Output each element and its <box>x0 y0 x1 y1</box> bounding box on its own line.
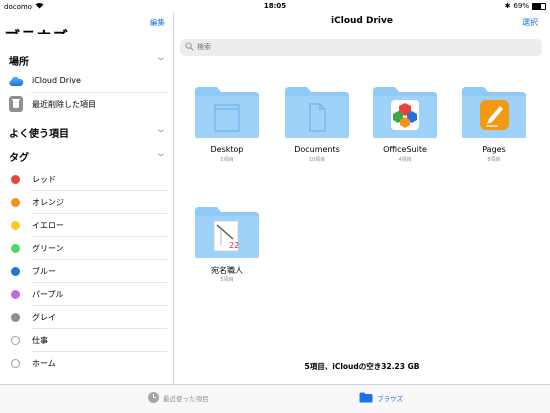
sidebar-item-label: 最近削除した項目 <box>32 100 96 109</box>
bluetooth-icon: ✱ <box>504 2 511 10</box>
sidebar-item-tag-yellow[interactable]: イエロー <box>0 214 173 237</box>
folder-item-count: 5項目 <box>220 277 234 283</box>
folder-name: Desktop <box>210 145 244 154</box>
chevron-down-icon: ⌄ <box>155 53 167 63</box>
sidebar-item-label: iCloud Drive <box>32 76 81 85</box>
tab-browse[interactable]: ブラウズ <box>359 392 403 403</box>
atena-app-icon: 22 <box>195 207 259 258</box>
sidebar-item-label: レッド <box>32 175 56 184</box>
tab-browse-label: ブラウズ <box>377 394 403 403</box>
desktop-folder-icon <box>195 87 259 138</box>
folder-item-count: 5項目 <box>220 157 234 163</box>
icloud-icon <box>9 76 24 86</box>
pages-app-icon <box>462 87 526 138</box>
tag-color-dot-icon <box>11 221 20 230</box>
folder-item-count: 4項目 <box>398 157 412 163</box>
status-bar: docomo 18:05 ✱ 69% <box>0 0 550 12</box>
section-favorites-label: よく使う項目 <box>9 129 69 140</box>
folder-item-count: 10項目 <box>308 157 326 163</box>
tab-recent[interactable]: 最近使った項目 <box>148 392 209 403</box>
folder-item-count: 8項目 <box>487 157 501 163</box>
sidebar-item-tag-gray[interactable]: グレイ <box>0 306 173 329</box>
search-input[interactable] <box>197 41 527 53</box>
sidebar-item-tag-green[interactable]: グリーン <box>0 237 173 260</box>
page-title: iCloud Drive <box>331 16 393 26</box>
folder-item-documents[interactable]: Documents 10項目 <box>277 85 357 167</box>
folder-name: Documents <box>294 145 340 154</box>
section-tags[interactable]: タグ ⌄ <box>0 146 173 166</box>
select-button[interactable]: 選択 <box>522 17 538 28</box>
sidebar-item-tag-orange[interactable]: オレンジ <box>0 191 173 214</box>
chevron-down-icon: ⌄ <box>155 149 167 159</box>
sidebar-item-tag-blue[interactable]: ブルー <box>0 260 173 283</box>
sidebar-item-label: オレンジ <box>32 198 64 207</box>
edit-button[interactable]: 編集 <box>150 17 165 28</box>
folder-item-desktop[interactable]: Desktop 5項目 <box>187 85 267 167</box>
tab-recent-label: 最近使った項目 <box>163 394 209 403</box>
tag-color-dot-icon <box>11 313 20 322</box>
section-favorites[interactable]: よく使う項目 ⌄ <box>0 122 173 142</box>
tag-color-dot-icon <box>11 198 20 207</box>
svg-text:22: 22 <box>229 241 239 250</box>
sidebar-title: ブラウズ <box>4 24 68 34</box>
chevron-down-icon: ⌄ <box>155 125 167 135</box>
tag-empty-circle-icon <box>11 336 20 345</box>
sidebar-item-label: イエロー <box>32 221 64 230</box>
section-tags-label: タグ <box>9 153 29 164</box>
documents-folder-icon <box>285 87 349 138</box>
section-locations-label: 場所 <box>9 57 29 68</box>
folder-icon <box>359 392 373 403</box>
storage-status: 5項目、iCloudの空き32.23 GB <box>304 362 420 371</box>
clock-icon <box>148 392 159 403</box>
section-locations[interactable]: 場所 ⌄ <box>0 50 173 70</box>
sidebar-item-recently-deleted[interactable]: 最近削除した項目 <box>0 93 173 116</box>
status-time: 18:05 <box>263 2 287 10</box>
sidebar-item-label: 仕事 <box>32 336 48 345</box>
sidebar-item-label: ブルー <box>32 267 56 276</box>
trash-icon <box>9 96 23 112</box>
tag-color-dot-icon <box>11 175 20 184</box>
sidebar: 編集 ブラウズ 場所 ⌄ iCloud Drive 最近削除した項目 よく使う項… <box>0 12 174 384</box>
tag-color-dot-icon <box>11 290 20 299</box>
search-icon <box>185 42 194 51</box>
sidebar-item-label: グリーン <box>32 244 64 253</box>
folder-name: OfficeSuite <box>383 145 427 154</box>
search-bar[interactable] <box>180 39 542 56</box>
sidebar-item-tag-purple[interactable]: パープル <box>0 283 173 306</box>
tag-color-dot-icon <box>11 267 20 276</box>
folder-name: 宛名職人 <box>211 266 243 275</box>
folder-item-atena[interactable]: 22 宛名職人 5項目 <box>187 205 267 287</box>
tag-empty-circle-icon <box>11 359 20 368</box>
sidebar-item-label: ホーム <box>32 359 56 368</box>
battery-icon <box>532 2 546 10</box>
sidebar-item-icloud-drive[interactable]: iCloud Drive <box>0 70 173 93</box>
sidebar-item-label: パープル <box>32 290 64 299</box>
sidebar-item-tag-home[interactable]: ホーム <box>0 352 173 375</box>
folder-name: Pages <box>482 145 506 154</box>
tab-bar: 最近使った項目 ブラウズ <box>0 384 550 413</box>
sidebar-item-tag-work[interactable]: 仕事 <box>0 329 173 352</box>
officesuite-app-icon <box>373 87 437 138</box>
sidebar-item-label: グレイ <box>32 313 56 322</box>
folder-item-pages[interactable]: Pages 8項目 <box>454 85 534 167</box>
sidebar-item-tag-red[interactable]: レッド <box>0 168 173 191</box>
folder-item-officesuite[interactable]: OfficeSuite 4項目 <box>365 85 445 167</box>
battery-percent: 69% <box>513 2 529 10</box>
tag-color-dot-icon <box>11 244 20 253</box>
